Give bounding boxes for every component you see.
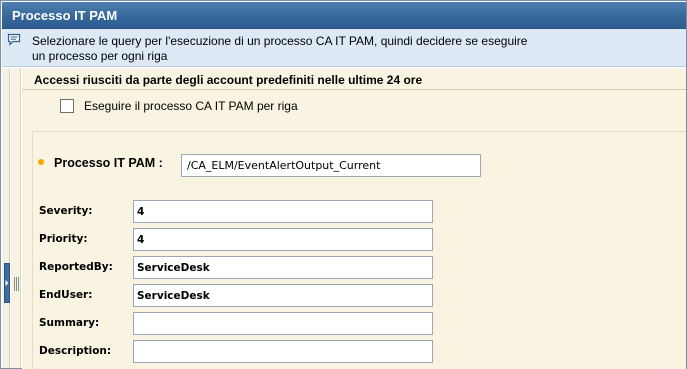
field-row-priority: Priority: 4: [39, 228, 459, 252]
severity-label: Severity:: [39, 205, 93, 217]
enduser-input[interactable]: ServiceDesk: [133, 284, 433, 307]
enduser-label: EndUser:: [39, 289, 93, 301]
summary-input[interactable]: [133, 312, 433, 335]
field-row-severity: Severity: 4: [39, 200, 459, 224]
description-label: Description:: [39, 345, 112, 357]
window-title: Processo IT PAM: [12, 8, 118, 23]
title-bar: Processo IT PAM: [2, 2, 686, 29]
info-text-line-2: un processo per ogni riga: [32, 49, 168, 63]
field-row-summary: Summary:: [39, 312, 459, 336]
window-frame: Processo IT PAM Selezionare le query per…: [0, 0, 687, 369]
main-panel: Accessi riusciti da parte degli account …: [22, 68, 686, 369]
left-rail: [2, 68, 10, 368]
priority-input[interactable]: 4: [133, 228, 433, 251]
speech-bubble-icon: [7, 33, 21, 46]
section-title: Accessi riusciti da parte degli account …: [34, 73, 423, 87]
splitter-grip-icon[interactable]: [14, 277, 20, 291]
summary-label: Summary:: [39, 317, 100, 329]
priority-label: Priority:: [39, 233, 88, 245]
info-bar: Selezionare le query per l'esecuzione di…: [2, 29, 686, 67]
severity-input[interactable]: 4: [133, 200, 433, 223]
required-marker-icon: [38, 159, 44, 165]
field-row-reportedby: ReportedBy: ServiceDesk: [39, 256, 459, 280]
reportedby-input[interactable]: ServiceDesk: [133, 256, 433, 279]
section-header: Accessi riusciti da parte degli account …: [22, 68, 686, 90]
process-input[interactable]: /CA_ELM/EventAlertOutput_Current: [181, 154, 481, 177]
info-text: Selezionare le query per l'esecuzione di…: [32, 34, 652, 64]
collapse-handle[interactable]: [4, 263, 10, 303]
splitter-bar[interactable]: [11, 68, 21, 368]
info-text-line-1: Selezionare le query per l'esecuzione di…: [32, 34, 528, 48]
field-row-description: Description:: [39, 340, 459, 364]
field-row-enduser: EndUser: ServiceDesk: [39, 284, 459, 308]
process-label: Processo IT PAM :: [54, 156, 163, 170]
run-per-row-checkbox[interactable]: [60, 99, 74, 113]
reportedby-label: ReportedBy:: [39, 261, 113, 273]
description-input[interactable]: [133, 340, 433, 363]
run-per-row-label[interactable]: Eseguire il processo CA IT PAM per riga: [84, 99, 298, 113]
process-form: Processo IT PAM : /CA_ELM/EventAlertOutp…: [32, 131, 686, 369]
